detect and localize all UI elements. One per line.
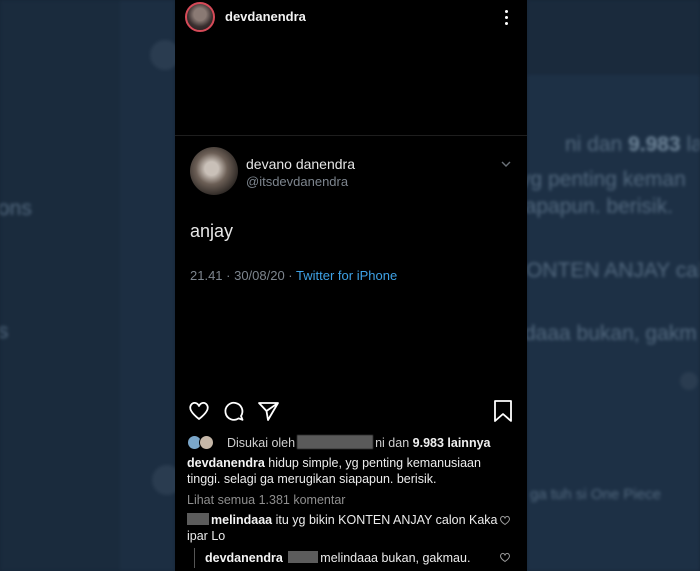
tweet-display-name: devano danendra [246,156,355,172]
bg-text: daaa bukan, gakm [524,322,697,345]
avatar[interactable] [185,2,215,32]
redacted-username [288,551,319,563]
view-all-comments-link[interactable]: Lihat semua 1.381 komentar [187,493,345,507]
reply-thread-line [194,548,195,568]
post-header: devdanendra [175,0,527,36]
action-bar [175,398,527,428]
send-icon[interactable] [256,398,282,424]
redacted-username [297,435,374,449]
instagram-post-screen: devdanendra devano danendra @itsdevdanen… [175,0,527,571]
comment-username[interactable]: melindaaa [211,513,272,527]
tweet-avatar [190,147,238,195]
chevron-down-icon [501,161,511,167]
caption-username[interactable]: devdanendra [187,456,265,470]
likes-summary[interactable]: Disukai oleh ni dan 9.983 lainnya [187,434,517,452]
bg-avatar [680,372,698,390]
comment-reply: devdanendra melindaaa bukan, gakmau. [205,550,495,566]
comment-mention[interactable]: melindaaa [320,551,378,565]
likes-text: Disukai oleh ni dan 9.983 lainnya [227,435,491,450]
post-username[interactable]: devdanendra [225,9,306,24]
bg-text: ni dan 9.983 la [565,133,700,156]
comment-item: melindaaa itu yg bikin KONTEN ANJAY calo… [187,512,507,544]
bg-text: KONTEN ANJAY calo [512,259,700,282]
tweet-meta: 21.41 · 30/08/20 · Twitter for iPhone [190,268,397,283]
bg-band-top [527,0,700,75]
heart-icon[interactable] [499,551,511,563]
post-caption: devdanendra hidup simple, yg penting kem… [187,455,517,487]
bg-text: s [0,320,9,343]
bg-text: ga tuh si One Piece [530,486,661,503]
comment-text: bukan, gakmau. [381,551,471,565]
heart-icon[interactable] [499,514,511,526]
more-vertical-icon[interactable] [499,8,513,28]
tweet-screenshot [175,36,527,392]
bg-text: iapapun. berisik. [520,195,673,218]
bookmark-icon[interactable] [490,398,516,424]
tweet-handle: @itsdevdanendra [246,174,349,189]
comment-icon[interactable] [221,398,247,424]
tweet-source: Twitter for iPhone [296,268,398,283]
liked-by-avatars [187,435,221,451]
redacted-username [187,513,209,525]
bg-text: yg penting keman [520,168,686,191]
bg-text: ons [0,197,32,220]
divider [175,135,527,136]
heart-icon[interactable] [186,398,212,424]
bg-panel-left [0,0,120,571]
tweet-text: anjay [190,221,234,241]
tweet-timestamp: 21.41 · 30/08/20 · [190,268,297,283]
comment-username[interactable]: devdanendra [205,551,283,565]
